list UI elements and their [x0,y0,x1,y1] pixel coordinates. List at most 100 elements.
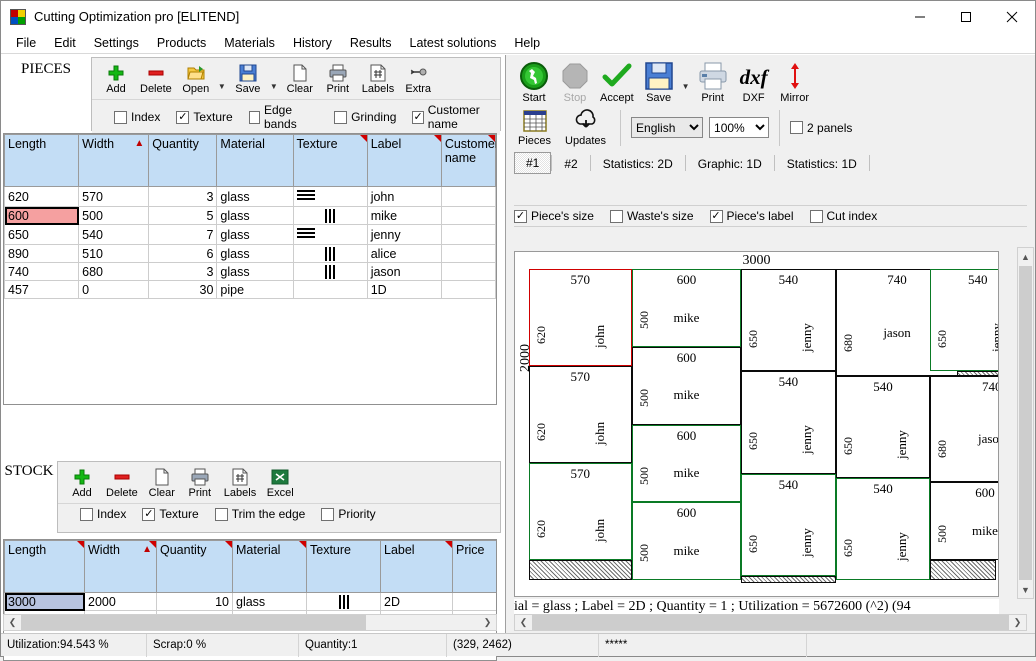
menu-history[interactable]: History [284,34,341,52]
cell-length[interactable]: 650 [5,225,79,245]
scroll-left-icon[interactable]: ❮ [4,615,21,630]
wastes-size-checkbox[interactable]: Waste's size [610,209,694,223]
pieces-customername-checkbox[interactable]: Customer name [412,103,500,131]
updates-button[interactable]: Updates [561,107,610,148]
layout-piece[interactable]: 570620john [529,366,632,463]
pieces-texture-checkbox[interactable]: Texture [176,110,232,124]
result-print-button[interactable]: Print [693,60,733,105]
cell-material[interactable]: glass [217,225,293,245]
maximize-button[interactable] [943,1,989,32]
minimize-button[interactable] [897,1,943,32]
scroll-thumb[interactable] [21,615,366,630]
cell-length[interactable]: 740 [5,263,79,281]
two-panels-checkbox[interactable]: 2 panels [790,121,852,135]
stock-delete-button[interactable]: Delete [102,466,142,501]
pieces-grinding-checkbox[interactable]: Grinding [334,110,396,124]
cutting-layout-diagram[interactable]: 3000 2000 570620john570620john570620john… [514,251,999,597]
pieces-label-checkbox[interactable]: Piece's label [710,209,794,223]
pieces-labels-button[interactable]: Labels [358,62,398,97]
cell-quantity[interactable]: 3 [149,187,217,207]
cell-label[interactable]: john [367,187,441,207]
layout-piece[interactable]: 570620john [529,269,632,366]
pieces-clear-button[interactable]: Clear [282,62,318,97]
scroll-track[interactable] [532,615,1009,630]
cell-label[interactable]: alice [367,245,441,263]
cell-customer[interactable] [441,225,495,245]
stock-col-length[interactable]: Length [5,541,85,593]
result-save-button[interactable]: Save [639,60,679,105]
table-row[interactable]: 890 510 6 glass alice [5,245,496,263]
menu-latest-solutions[interactable]: Latest solutions [401,34,506,52]
cell-length[interactable]: 620 [5,187,79,207]
close-button[interactable] [989,1,1035,32]
pieces-save-dropdown-icon[interactable]: ▼ [268,82,280,91]
cut-index-checkbox[interactable]: Cut index [810,209,878,223]
cell-width[interactable]: 510 [79,245,149,263]
cell-length[interactable]: 890 [5,245,79,263]
pieces-col-quantity[interactable]: Quantity [149,135,217,187]
layout-piece[interactable]: 540650jenny [836,478,931,580]
pieces-print-button[interactable]: Print [320,62,356,97]
tab-statistics-1d[interactable]: Statistics: 1D [775,153,869,174]
stock-texture-checkbox[interactable]: Texture [142,507,198,521]
stock-col-width[interactable]: Width▲ [85,541,157,593]
start-button[interactable]: Start [514,60,554,105]
pieces-col-label[interactable]: Label [367,135,441,187]
cell-texture[interactable] [293,187,367,207]
layout-piece[interactable]: 600500mike [632,269,741,347]
cell-quantity[interactable]: 3 [149,263,217,281]
pieces-add-button[interactable]: Add [98,62,134,97]
layout-piece[interactable]: 540650jenny [741,269,836,371]
menu-file[interactable]: File [7,34,45,52]
cell-label[interactable]: 1D [367,281,441,299]
stock-col-price[interactable]: Price [453,541,497,593]
stock-trimedge-checkbox[interactable]: Trim the edge [215,507,306,521]
cell-customer[interactable] [441,263,495,281]
stock-col-quantity[interactable]: Quantity [157,541,233,593]
stock-excel-button[interactable]: Excel [262,466,298,501]
cell-customer[interactable] [441,245,495,263]
tab-sheet-1[interactable]: #1 [514,152,551,174]
cell-quantity[interactable]: 10 [157,593,233,611]
pieces-extra-button[interactable]: Extra [400,62,436,97]
stock-print-button[interactable]: Print [182,466,218,501]
stock-index-checkbox[interactable]: Index [80,507,126,521]
left-horizontal-scrollbar[interactable]: ❮ ❯ [3,614,497,631]
cell-label[interactable]: mike [367,207,441,225]
cell-material[interactable]: glass [217,263,293,281]
zoom-select[interactable]: 100% [709,117,769,138]
cell-quantity[interactable]: 6 [149,245,217,263]
pieces-delete-button[interactable]: Delete [136,62,176,97]
layout-piece[interactable]: 600500mike [632,425,741,503]
cell-customer[interactable] [441,207,495,225]
scroll-thumb[interactable] [1019,266,1032,580]
layout-piece[interactable]: 740680jason [930,376,999,483]
pieces-col-width[interactable]: Width▲ [79,135,149,187]
cell-customer[interactable] [441,187,495,207]
diagram-vertical-scrollbar[interactable]: ▲ ▼ [1017,247,1034,599]
cell-length[interactable]: 457 [5,281,79,299]
cell-width[interactable]: 500 [79,207,149,225]
stock-col-texture[interactable]: Texture [307,541,381,593]
stock-col-label[interactable]: Label [381,541,453,593]
cell-width[interactable]: 2000 [85,593,157,611]
stock-col-material[interactable]: Material [233,541,307,593]
pieces-open-dropdown-icon[interactable]: ▼ [216,82,228,91]
pieces-grid[interactable]: Length Width▲ Quantity Material Texture … [3,133,497,405]
layout-piece[interactable]: 600500mike [930,482,999,560]
scroll-track[interactable] [21,615,479,630]
layout-piece[interactable]: 540650jenny [930,269,999,371]
stop-button[interactable]: Stop [555,60,595,105]
scroll-left-icon[interactable]: ❮ [515,615,532,630]
stock-clear-button[interactable]: Clear [144,466,180,501]
scroll-thumb[interactable] [532,615,1009,630]
table-row[interactable]: 457 0 30 pipe 1D [5,281,496,299]
cell-texture[interactable] [293,281,367,299]
stock-labels-button[interactable]: Labels [220,466,260,501]
pieces-col-material[interactable]: Material [217,135,293,187]
menu-edit[interactable]: Edit [45,34,85,52]
layout-piece[interactable]: 540650jenny [741,474,836,576]
table-row[interactable]: 3000 2000 10 glass 2D [5,593,497,611]
tab-statistics-2d[interactable]: Statistics: 2D [591,153,685,174]
language-select[interactable]: English [631,117,703,138]
